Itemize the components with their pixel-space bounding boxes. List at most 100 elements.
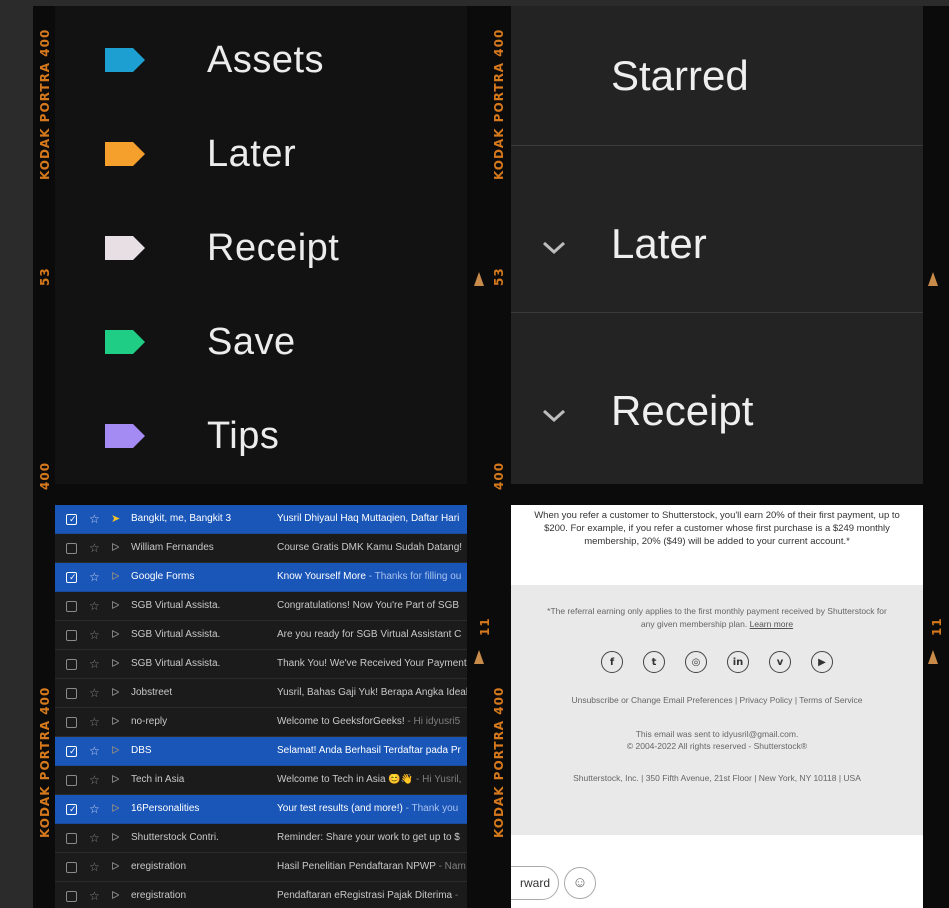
email-subject: Your test results (and more!) - Thank yo…: [277, 803, 467, 814]
email-row[interactable]: ☆ ᐅ SGB Virtual Assista. Are you ready for …: [55, 621, 467, 650]
important-marker-icon[interactable]: ᐅ: [111, 889, 119, 903]
checkbox[interactable]: [66, 659, 77, 670]
unsubscribe-link[interactable]: Unsubscribe or Change Email Preferences: [571, 695, 732, 705]
email-row[interactable]: ☆ ᐅ Tech in Asia Welcome to Tech in Asia 😊👋…: [55, 766, 467, 795]
email-subject: Yusril, Bahas Gaji Yuk! Berapa Angka Ide…: [277, 687, 467, 698]
footer-box: *The referral earning only applies to th…: [511, 585, 923, 835]
forward-button[interactable]: rward: [511, 866, 559, 900]
important-marker-icon[interactable]: ᐅ: [111, 860, 119, 874]
important-marker-icon[interactable]: ᐅ: [111, 541, 119, 555]
terms-link[interactable]: Terms of Service: [799, 695, 862, 705]
star-icon[interactable]: ☆: [89, 744, 100, 758]
emoji-reaction-icon[interactable]: ☺: [564, 867, 596, 899]
label-tag-icon: [103, 234, 147, 262]
learn-more-link[interactable]: Learn more: [750, 619, 793, 629]
youtube-icon[interactable]: ▶: [811, 651, 833, 673]
email-sender: no-reply: [131, 716, 168, 727]
label-item-save[interactable]: Save: [55, 312, 467, 372]
important-marker-icon[interactable]: ᐅ: [111, 628, 119, 642]
vimeo-icon[interactable]: v: [769, 651, 791, 673]
twitter-icon[interactable]: t: [643, 651, 665, 673]
email-sender: Shutterstock Contri.: [131, 832, 219, 843]
linkedin-icon[interactable]: in: [727, 651, 749, 673]
label-item-later[interactable]: Later: [55, 124, 467, 184]
email-row[interactable]: ☆ ᐅ William Fernandes Course Gratis DMK Kam…: [55, 534, 467, 563]
email-subject: Welcome to GeeksforGeeks! - Hi idyusri5: [277, 716, 467, 727]
checkbox[interactable]: [66, 543, 77, 554]
star-icon[interactable]: ☆: [89, 628, 100, 642]
email-row[interactable]: ☆ ᐅ eregistration Hasil Penelitian Pendafta…: [55, 853, 467, 882]
checkbox[interactable]: ✓: [66, 746, 77, 757]
chevron-down-icon[interactable]: [541, 240, 567, 256]
checkbox[interactable]: ✓: [66, 514, 77, 525]
important-marker-icon[interactable]: ᐅ: [111, 599, 119, 613]
section-later[interactable]: Later: [511, 146, 923, 313]
important-marker-icon[interactable]: ᐅ: [111, 686, 119, 700]
important-marker-icon[interactable]: ➤: [111, 512, 120, 526]
star-icon[interactable]: ☆: [89, 599, 100, 613]
email-sender: SGB Virtual Assista.: [131, 658, 221, 669]
checkbox[interactable]: [66, 891, 77, 902]
important-marker-icon[interactable]: ᐅ: [111, 744, 119, 758]
checkbox[interactable]: [66, 601, 77, 612]
star-icon[interactable]: ☆: [89, 831, 100, 845]
label-item-assets[interactable]: Assets: [55, 30, 467, 90]
email-row[interactable]: ✓ ☆ ᐅ Google Forms Know Yourself More - Than…: [55, 563, 467, 592]
star-icon[interactable]: ☆: [89, 570, 100, 584]
important-marker-icon[interactable]: ᐅ: [111, 570, 119, 584]
star-icon[interactable]: ☆: [89, 686, 100, 700]
important-marker-icon[interactable]: ᐅ: [111, 715, 119, 729]
film-frame-number: 11: [930, 617, 944, 636]
email-row[interactable]: ☆ ᐅ SGB Virtual Assista. Thank You! We've R…: [55, 650, 467, 679]
email-sender: DBS: [131, 745, 152, 756]
star-icon[interactable]: ☆: [89, 773, 100, 787]
instagram-icon[interactable]: ◎: [685, 651, 707, 673]
important-marker-icon[interactable]: ᐅ: [111, 802, 119, 816]
section-starred[interactable]: Starred: [511, 6, 923, 146]
important-marker-icon[interactable]: ᐅ: [111, 657, 119, 671]
star-icon[interactable]: ☆: [89, 802, 100, 816]
important-marker-icon[interactable]: ᐅ: [111, 831, 119, 845]
email-subject: Pendaftaran eRegistrasi Pajak Diterima -: [277, 890, 467, 901]
label-item-tips[interactable]: Tips: [55, 406, 467, 466]
checkbox[interactable]: ✓: [66, 804, 77, 815]
star-icon[interactable]: ☆: [89, 541, 100, 555]
subject-text: Reminder: Share your work to get up to $: [277, 832, 460, 843]
section-receipt[interactable]: Receipt: [511, 313, 923, 463]
subject-text: Course Gratis DMK Kamu Sudah Datang!: [277, 542, 463, 553]
subject-text: Welcome to Tech in Asia 😊👋: [277, 774, 414, 785]
email-row[interactable]: ☆ ᐅ Shutterstock Contri. Reminder: Share yo…: [55, 824, 467, 853]
email-sender: SGB Virtual Assista.: [131, 600, 221, 611]
star-icon[interactable]: ☆: [89, 715, 100, 729]
important-marker-icon[interactable]: ᐅ: [111, 773, 119, 787]
collage: KODAK PORTRA 400 53 400 KODAK PORTRA 400…: [0, 0, 949, 908]
email-list: ✓ ☆ ➤ Bangkit, me, Bangkit 3 Yusril Dhiyaul …: [55, 505, 467, 908]
facebook-icon[interactable]: f: [601, 651, 623, 673]
email-row[interactable]: ☆ ᐅ SGB Virtual Assista. Congratulations! N…: [55, 592, 467, 621]
star-icon[interactable]: ☆: [89, 889, 100, 903]
checkbox[interactable]: [66, 630, 77, 641]
star-icon[interactable]: ☆: [89, 512, 100, 526]
email-sender: 16Personalities: [131, 803, 200, 814]
email-row[interactable]: ☆ ᐅ no-reply Welcome to GeeksforGeeks! - Hi…: [55, 708, 467, 737]
subject-text: Welcome to GeeksforGeeks!: [277, 716, 405, 727]
email-row[interactable]: ✓ ☆ ᐅ 16Personalities Your test results (and…: [55, 795, 467, 824]
checkbox[interactable]: [66, 833, 77, 844]
email-row[interactable]: ☆ ᐅ eregistration Pendaftaran eRegistrasi P…: [55, 882, 467, 908]
email-row[interactable]: ☆ ᐅ Jobstreet Yusril, Bahas Gaji Yuk! Berap…: [55, 679, 467, 708]
label-item-receipt[interactable]: Receipt: [55, 218, 467, 278]
subject-text: Congratulations! Now You're Part of SGB: [277, 600, 460, 611]
checkbox[interactable]: [66, 775, 77, 786]
section-title: Receipt: [611, 387, 754, 434]
checkbox[interactable]: [66, 862, 77, 873]
checkbox[interactable]: [66, 688, 77, 699]
checkbox[interactable]: [66, 717, 77, 728]
privacy-policy-link[interactable]: Privacy Policy: [740, 695, 793, 705]
star-icon[interactable]: ☆: [89, 860, 100, 874]
check-icon: ✓: [69, 514, 77, 524]
email-row[interactable]: ✓ ☆ ᐅ DBS Selamat! Anda Berhasil Terdaftar p…: [55, 737, 467, 766]
email-row[interactable]: ✓ ☆ ➤ Bangkit, me, Bangkit 3 Yusril Dhiyaul …: [55, 505, 467, 534]
checkbox[interactable]: ✓: [66, 572, 77, 583]
chevron-down-icon[interactable]: [541, 408, 567, 424]
star-icon[interactable]: ☆: [89, 657, 100, 671]
